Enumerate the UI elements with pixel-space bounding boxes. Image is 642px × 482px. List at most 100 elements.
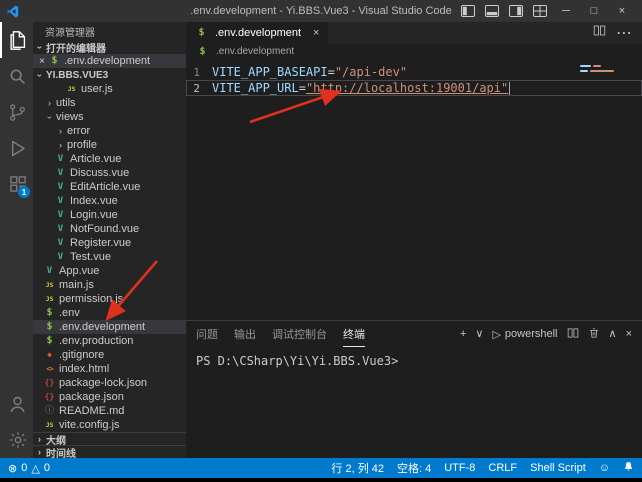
outline-section[interactable]: › 大纲	[33, 432, 186, 445]
tree-item-user.js[interactable]: JSuser.js	[33, 82, 186, 96]
tree-item-.env[interactable]: $.env	[33, 306, 186, 320]
tree-item-utils[interactable]: ›utils	[33, 96, 186, 110]
toggle-sidebar-icon[interactable]	[456, 0, 480, 22]
split-terminal-icon[interactable]	[567, 327, 579, 342]
tab-env-development[interactable]: $ .env.development ×	[186, 22, 328, 44]
tree-item-Login.vue[interactable]: VLogin.vue	[33, 208, 186, 222]
env-variable-value: "/api-dev"	[335, 65, 407, 79]
tree-item-.env.development[interactable]: $.env.development	[33, 320, 186, 334]
file-label: NotFound.vue	[70, 223, 139, 235]
minimize-button[interactable]: ─	[552, 0, 580, 22]
minimap[interactable]	[580, 65, 630, 75]
maximize-button[interactable]: □	[580, 0, 608, 22]
tree-item-NotFound.vue[interactable]: VNotFound.vue	[33, 222, 186, 236]
code-line-1[interactable]: 1VITE_APP_BASEAPI="/api-dev"	[186, 64, 642, 80]
panel-tab-问题[interactable]: 问题	[196, 321, 218, 347]
tree-item-profile[interactable]: ›profile	[33, 138, 186, 152]
tree-item-EditArticle.vue[interactable]: VEditArticle.vue	[33, 180, 186, 194]
project-header[interactable]: › YI.BBS.VUE3	[33, 68, 186, 82]
tree-item-Index.vue[interactable]: VIndex.vue	[33, 194, 186, 208]
problems-status[interactable]: ⊗ 0 △ 0	[8, 462, 50, 475]
env-variable-value: "http://localhost:19001/api"	[306, 81, 508, 95]
tree-item-App.vue[interactable]: VApp.vue	[33, 264, 186, 278]
eol-sequence[interactable]: CRLF	[488, 462, 517, 474]
close-tab-icon[interactable]: ×	[313, 27, 319, 39]
chevron-down-icon[interactable]: ∨	[475, 329, 483, 340]
panel-tab-输出[interactable]: 输出	[234, 321, 256, 347]
terminal-shell-selector[interactable]: ▷ powershell	[492, 328, 557, 341]
tree-item-package-lock.json[interactable]: {}package-lock.json	[33, 376, 186, 390]
code-editor[interactable]: 1VITE_APP_BASEAPI="/api-dev"2VITE_APP_UR…	[186, 59, 642, 320]
line-number: 1	[186, 66, 212, 79]
tree-item-views[interactable]: ›views	[33, 110, 186, 124]
chevron-right-icon: ›	[33, 448, 46, 457]
vue-file-icon: V	[54, 155, 67, 164]
terminal[interactable]: PS D:\CSharp\Yi\Yi.BBS.Vue3>	[186, 347, 642, 458]
account-icon[interactable]	[0, 386, 33, 422]
tree-item-Article.vue[interactable]: VArticle.vue	[33, 152, 186, 166]
more-actions-icon[interactable]: ⋯	[616, 23, 632, 43]
breadcrumb[interactable]: $ .env.development	[186, 44, 642, 59]
warning-icon: △	[31, 462, 39, 475]
file-label: utils	[56, 97, 76, 109]
settings-gear-icon[interactable]	[0, 422, 33, 458]
tree-item-main.js[interactable]: JSmain.js	[33, 278, 186, 292]
split-editor-icon[interactable]	[593, 24, 606, 42]
toggle-secondary-sidebar-icon[interactable]	[504, 0, 528, 22]
cursor-position[interactable]: 行 2, 列 42	[331, 460, 384, 476]
tree-item-error[interactable]: ›error	[33, 124, 186, 138]
env-file-icon: $	[195, 28, 208, 38]
chevron-right-icon: ›	[43, 99, 56, 108]
encoding[interactable]: UTF-8	[444, 462, 475, 474]
run-debug-icon[interactable]	[0, 130, 33, 166]
tree-item-permission.js[interactable]: JSpermission.js	[33, 292, 186, 306]
file-label: Article.vue	[70, 153, 121, 165]
panel-tab-终端[interactable]: 终端	[343, 321, 365, 347]
file-label: main.js	[59, 279, 94, 291]
extensions-badge: 1	[18, 186, 30, 198]
line-number: 2	[186, 82, 212, 95]
indentation[interactable]: 空格: 4	[397, 460, 431, 476]
timeline-section[interactable]: › 时间线	[33, 445, 186, 458]
kill-terminal-icon[interactable]	[588, 327, 600, 342]
new-terminal-icon[interactable]: +	[460, 329, 466, 340]
vue-file-icon: V	[54, 225, 67, 234]
code-line-2[interactable]: 2VITE_APP_URL="http://localhost:19001/ap…	[186, 80, 642, 96]
source-control-icon[interactable]	[0, 94, 33, 130]
tree-item-package.json[interactable]: {}package.json	[33, 390, 186, 404]
env-file-icon: $	[196, 47, 209, 57]
json-file-icon: {}	[43, 393, 56, 401]
assignment-operator: =	[299, 81, 306, 95]
tree-item-vite.config.js[interactable]: JSvite.config.js	[33, 418, 186, 432]
powershell-icon: ▷	[492, 328, 500, 341]
language-mode[interactable]: Shell Script	[530, 462, 586, 474]
tree-item-.env.production[interactable]: $.env.production	[33, 334, 186, 348]
maximize-panel-icon[interactable]: ∧	[609, 329, 617, 340]
tree-item-README.md[interactable]: ⓘREADME.md	[33, 404, 186, 418]
notifications-bell-icon[interactable]	[623, 461, 634, 475]
explorer-icon[interactable]	[0, 22, 33, 58]
panel-tab-调试控制台[interactable]: 调试控制台	[272, 321, 327, 347]
toggle-panel-icon[interactable]	[480, 0, 504, 22]
file-label: README.md	[59, 405, 124, 417]
env-variable-name: VITE_APP_BASEAPI	[212, 65, 328, 79]
env-file-icon: $	[43, 308, 56, 318]
env-file-icon: $	[43, 322, 56, 332]
feedback-smiley-icon[interactable]: ☺	[599, 462, 610, 474]
tree-item-Test.vue[interactable]: VTest.vue	[33, 250, 186, 264]
tree-item-Register.vue[interactable]: VRegister.vue	[33, 236, 186, 250]
tree-item-Discuss.vue[interactable]: VDiscuss.vue	[33, 166, 186, 180]
customize-layout-icon[interactable]	[528, 0, 552, 22]
open-editor-item[interactable]: × $ .env.development	[33, 54, 186, 68]
tree-item-index.html[interactable]: <>index.html	[33, 362, 186, 376]
close-editor-icon[interactable]: ×	[36, 56, 48, 67]
open-editors-header[interactable]: › 打开的编辑器	[33, 40, 186, 54]
extensions-icon[interactable]: 1	[0, 166, 33, 202]
search-icon[interactable]	[0, 58, 33, 94]
vue-file-icon: V	[54, 253, 67, 262]
close-panel-icon[interactable]: ×	[626, 329, 632, 340]
file-label: Index.vue	[70, 195, 118, 207]
tree-item-.gitignore[interactable]: ◆.gitignore	[33, 348, 186, 362]
json-file-icon: {}	[43, 379, 56, 387]
close-button[interactable]: ×	[608, 0, 636, 22]
